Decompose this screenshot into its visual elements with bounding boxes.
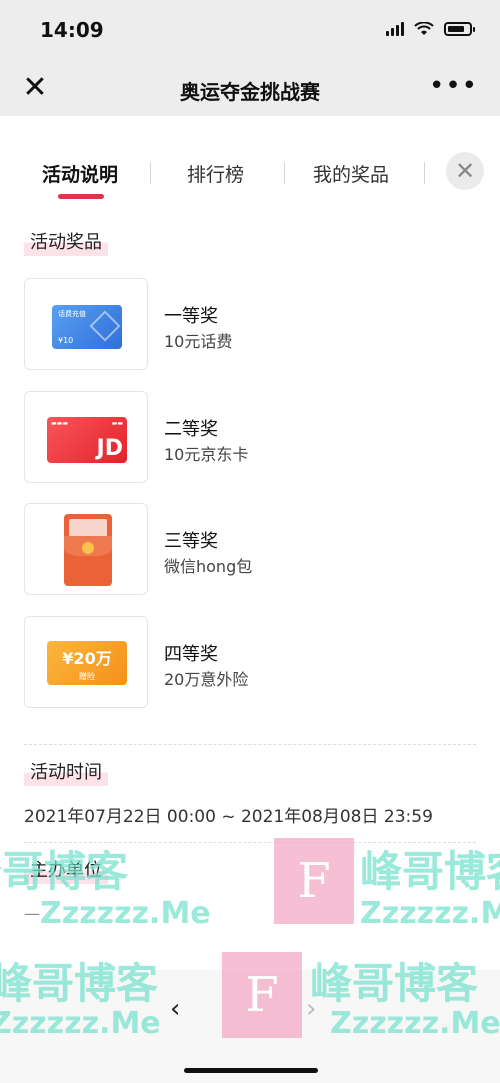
- watermark-text: 峰哥博客: [360, 847, 500, 896]
- tab-divider: [284, 162, 285, 184]
- insurance-ticket-icon: ¥20万 赠险: [47, 641, 127, 685]
- wifi-icon: [414, 22, 434, 35]
- prize-image: [24, 503, 148, 595]
- card-label: 赠险: [79, 672, 95, 681]
- prize-desc: 20万意外险: [164, 670, 249, 689]
- divider: [24, 744, 476, 745]
- signal-icon: [386, 22, 404, 36]
- prize-image: ¥20万 赠险: [24, 616, 148, 708]
- home-indicator: [184, 1068, 318, 1073]
- prize-item: 话费充值 ¥10 一等奖 10元话费: [24, 278, 474, 370]
- organizer-section-title: 主办单位: [24, 854, 108, 884]
- back-arrow-icon[interactable]: ‹: [170, 994, 180, 1024]
- forward-arrow-icon[interactable]: ›: [306, 994, 316, 1024]
- jd-card-icon: ▬▬▬ ▬▬ JD: [47, 417, 127, 463]
- prize-name: 四等奖: [164, 644, 218, 665]
- status-bar: 14:09: [0, 0, 500, 60]
- red-envelope-icon: [64, 514, 112, 586]
- battery-icon: [444, 22, 475, 36]
- tab-leaderboard[interactable]: 排行榜: [187, 160, 244, 187]
- tab-my-prizes[interactable]: 我的奖品: [313, 160, 389, 187]
- watermark-logo: F: [274, 838, 354, 924]
- status-icons: [386, 22, 475, 36]
- prize-name: 一等奖: [164, 306, 218, 327]
- prize-name: 三等奖: [164, 531, 218, 552]
- divider: [24, 842, 476, 843]
- prize-desc: 微信hong包: [164, 557, 253, 576]
- tab-divider: [150, 162, 151, 184]
- prize-item: ▬▬▬ ▬▬ JD 二等奖 10元京东卡: [24, 391, 474, 483]
- card-amount: ¥10: [58, 336, 74, 345]
- watermark-url: Zzzzzz.Me: [40, 896, 211, 931]
- bottom-toolbar: ‹ ›: [0, 970, 500, 1083]
- prize-image: 话费充值 ¥10: [24, 278, 148, 370]
- active-tab-indicator: [58, 194, 104, 199]
- nav-bar: ✕ 奥运夺金挑战赛 •••: [0, 60, 500, 116]
- prize-desc: 10元京东卡: [164, 445, 249, 464]
- card-label: 话费充值: [58, 310, 86, 318]
- panel-close-icon[interactable]: ✕: [446, 152, 484, 190]
- prize-desc: 10元话费: [164, 332, 233, 351]
- prize-name: 二等奖: [164, 419, 218, 440]
- page-title: 奥运夺金挑战赛: [180, 80, 320, 104]
- card-amount: ¥20万: [62, 649, 112, 668]
- watermark-url: Zzzzzz.Me: [360, 896, 500, 931]
- organizer-value: —: [24, 904, 40, 923]
- prize-image: ▬▬▬ ▬▬ JD: [24, 391, 148, 483]
- status-time: 14:09: [40, 18, 104, 42]
- tab-divider: [424, 162, 425, 184]
- prize-item: ¥20万 赠险 四等奖 20万意外险: [24, 616, 474, 708]
- phone-credit-card-icon: 话费充值 ¥10: [52, 305, 122, 349]
- tab-activity-info[interactable]: 活动说明: [42, 160, 118, 187]
- activity-time: 2021年07月22日 00:00 ~ 2021年08月08日 23:59: [24, 807, 433, 827]
- card-label: JD: [96, 436, 123, 461]
- more-icon[interactable]: •••: [429, 73, 478, 99]
- prizes-section-title: 活动奖品: [24, 226, 108, 256]
- prize-item: 三等奖 微信hong包: [24, 503, 474, 595]
- time-section-title: 活动时间: [24, 756, 108, 786]
